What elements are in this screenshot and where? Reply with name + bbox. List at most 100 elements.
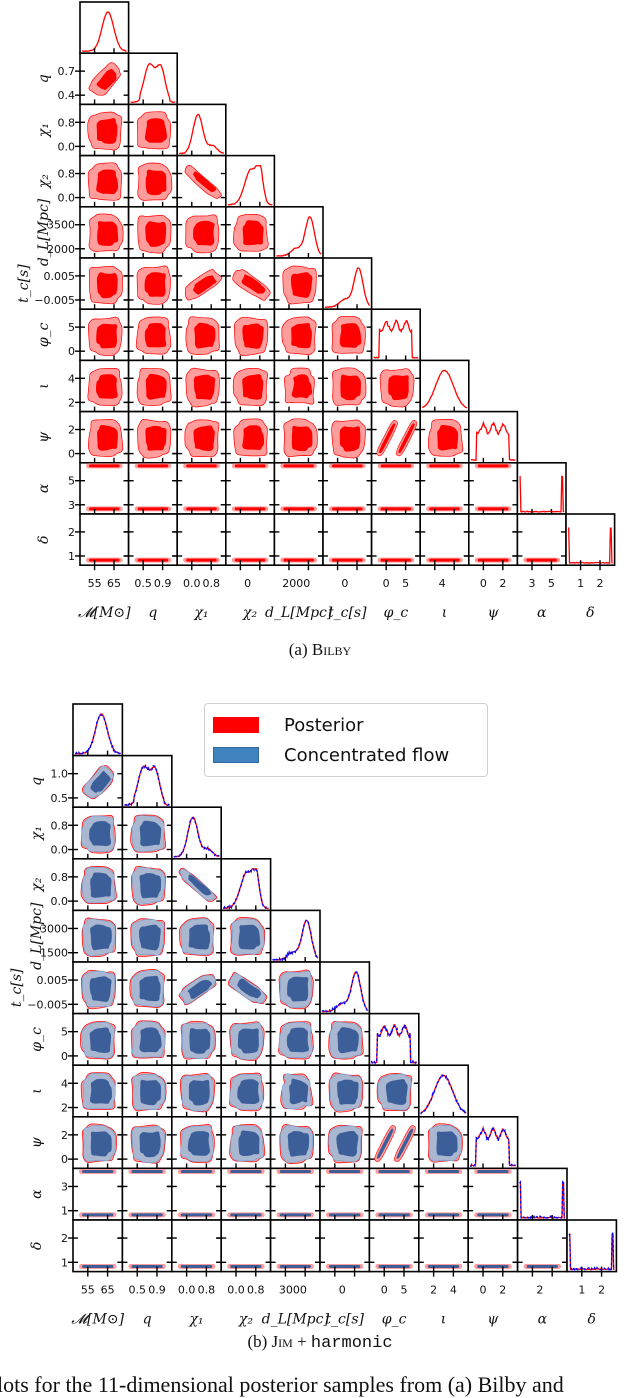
panel-frame <box>319 1219 371 1273</box>
contour-inner <box>242 323 264 349</box>
contour-panel <box>415 461 474 519</box>
x-tick-label: 0.0 <box>178 1284 196 1297</box>
caption-b: (b) Jim + harmonic <box>0 1332 640 1353</box>
contour-panel <box>463 1167 523 1225</box>
y-tick-label: 3 <box>68 499 75 512</box>
panel-frame <box>467 513 519 567</box>
contour-inner <box>188 924 211 950</box>
x-tick-label: 0.0 <box>183 577 201 590</box>
panel-frame <box>467 1167 519 1221</box>
contour-panel <box>166 961 227 1019</box>
contour-inner <box>139 873 162 899</box>
caption-b-code: harmonic <box>310 1334 393 1353</box>
y-axis-label: α <box>36 483 52 493</box>
contour-panel <box>318 308 377 366</box>
marginal-panel <box>516 461 567 519</box>
contour-band-inner <box>234 464 266 468</box>
panel-frame <box>419 513 470 567</box>
contour-inner <box>90 924 112 951</box>
y-tick-label: 2 <box>61 1232 68 1245</box>
contour-panel <box>123 513 183 571</box>
body-text: plots for the 11-dimensional posterior s… <box>0 1372 564 1397</box>
contour-inner <box>337 1079 359 1105</box>
contour-panel <box>265 1219 325 1277</box>
panel-frame <box>516 461 567 515</box>
y-tick-label: 0 <box>68 345 75 358</box>
y-axis-label: δ <box>36 535 52 543</box>
marginal-panel <box>121 754 173 813</box>
contour-panel <box>318 410 377 468</box>
x-tick-label: 5 <box>400 1284 407 1297</box>
panel-frame <box>225 513 276 567</box>
x-axis-label: ι <box>442 605 448 621</box>
y-axis-label: δ <box>29 1242 45 1250</box>
contour-panel <box>216 1115 276 1174</box>
contour-panel <box>68 1012 128 1071</box>
contour-inner <box>336 1130 359 1157</box>
contour-panel <box>463 1219 523 1277</box>
marginal-panel <box>417 1064 469 1122</box>
contour-panel <box>216 1012 276 1071</box>
contour-panel <box>318 513 377 571</box>
x-tick-label: 1 <box>578 1284 585 1297</box>
y-tick-label: 4 <box>68 372 75 385</box>
corner-plot-bilby: 0.70.4q0.80.0χ₁0.80.0χ₂35002000d_L[Mpc]0… <box>16 1 616 621</box>
x-tick-label: 0 <box>341 577 348 590</box>
panel-frame <box>566 1219 618 1273</box>
contour-band-inner <box>186 464 217 468</box>
contour-inner <box>337 1027 359 1054</box>
contour-panel <box>117 1064 177 1122</box>
caption-b-prefix: (b) <box>247 1332 272 1351</box>
y-axis-label: ι <box>29 1088 45 1094</box>
panel-frame <box>220 858 272 912</box>
marginal-panel <box>368 1012 420 1071</box>
contour-band-inner <box>329 1264 361 1268</box>
panel-frame <box>273 461 324 515</box>
panel-frame <box>72 703 124 757</box>
contour-panel <box>220 206 280 263</box>
contour-panel <box>216 1219 276 1277</box>
contour-panel <box>364 1115 424 1174</box>
panel-frame <box>417 1167 469 1221</box>
contour-inner <box>339 323 362 348</box>
contour-panel <box>265 1012 325 1071</box>
contour-inner <box>340 374 361 401</box>
x-tick-label: 0.9 <box>154 577 172 590</box>
contour-panel <box>269 308 328 366</box>
contour-band-inner <box>131 1264 163 1268</box>
contour-band-inner <box>427 1264 460 1268</box>
contour-band-inner <box>427 1213 460 1217</box>
y-axis-label: χ₂ <box>29 877 45 892</box>
panel-frame <box>176 513 227 567</box>
contour-panel <box>172 308 231 366</box>
contour-panel <box>315 1167 375 1225</box>
marginal-panel <box>72 703 124 761</box>
contour-inner <box>193 374 216 400</box>
contour-band-inner <box>380 558 412 562</box>
x-tick-label: 0 <box>339 1284 346 1297</box>
contour-band-inner <box>427 1169 460 1173</box>
panel-frame <box>72 1219 124 1273</box>
contour-band-inner <box>137 464 169 468</box>
contour-band-inner <box>378 1213 410 1217</box>
contour-band-inner <box>234 558 266 562</box>
y-axis-label: ψ <box>36 431 52 443</box>
contour-panel <box>415 513 474 571</box>
contour-inner <box>193 220 215 246</box>
panel-frame <box>220 1167 272 1221</box>
marginal-panel <box>467 1115 519 1174</box>
contour-inner <box>194 322 216 349</box>
panel-frame <box>319 961 371 1015</box>
contour-panel <box>269 257 328 315</box>
panel-frame <box>269 1219 321 1273</box>
contour-inner <box>242 425 265 451</box>
contour-panel <box>68 961 128 1019</box>
x-axis-label: φ_c <box>382 1312 407 1328</box>
contour-panel <box>172 513 231 571</box>
marginal-panel <box>127 52 179 110</box>
contour-band-inner <box>477 1169 509 1173</box>
contour-panel <box>366 359 426 417</box>
contour-panel <box>117 806 177 864</box>
contour-panel <box>269 461 328 519</box>
panel-frame <box>79 1 130 55</box>
